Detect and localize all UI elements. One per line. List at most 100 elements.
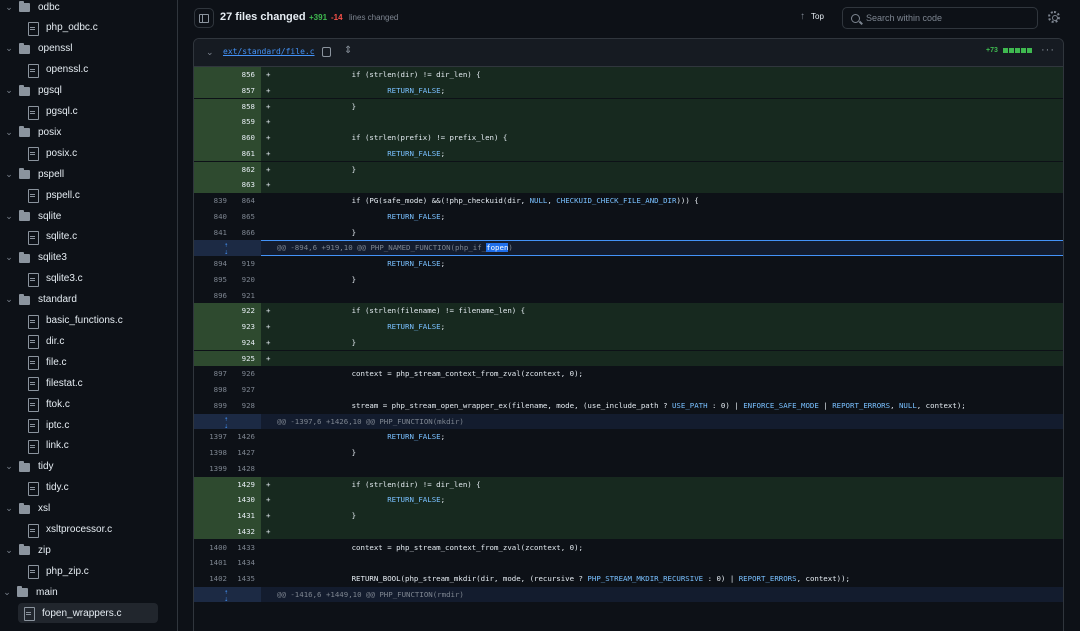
new-line-number[interactable]: 927: [227, 382, 261, 398]
tree-file[interactable]: xsltprocessor.c: [22, 520, 112, 540]
expand-lines-button[interactable]: ⇡ ⇣: [194, 586, 261, 603]
tree-folder[interactable]: ⌄ sqlite3: [4, 248, 67, 268]
new-line-number[interactable]: 861: [194, 145, 261, 162]
new-line-number[interactable]: 921: [227, 288, 261, 304]
tree-folder[interactable]: ⌄ openssl: [4, 39, 72, 59]
tree-file[interactable]: sqlite.c: [22, 227, 77, 247]
new-line-number[interactable]: 858: [194, 98, 261, 115]
tree-folder[interactable]: ⌄ pspell: [4, 164, 64, 184]
tree-file[interactable]: dir.c: [22, 331, 64, 351]
tree-file[interactable]: filestat.c: [22, 373, 83, 393]
chevron-down-icon[interactable]: ⌄: [4, 545, 14, 556]
new-line-number[interactable]: 1429: [194, 476, 261, 493]
new-line-number[interactable]: 1432: [194, 523, 261, 540]
expand-lines-button[interactable]: ⇡ ⇣: [194, 413, 261, 430]
old-line-number[interactable]: 894: [194, 256, 227, 272]
tree-file[interactable]: pspell.c: [22, 185, 80, 205]
new-line-number[interactable]: 919: [227, 256, 261, 272]
tree-file[interactable]: iptc.c: [22, 415, 69, 435]
new-line-number[interactable]: 1434: [227, 555, 261, 571]
tree-file[interactable]: pgsql.c: [22, 102, 78, 122]
expand-all-icon[interactable]: ⇕: [344, 45, 352, 56]
search-input[interactable]: [866, 13, 1026, 23]
kebab-menu-icon[interactable]: ···: [1041, 44, 1055, 56]
hunk-header[interactable]: ⇡ ⇣ @@ -894,6 +919,10 @@ PHP_NAMED_FUNCTIO…: [194, 240, 1063, 256]
new-line-number[interactable]: 860: [194, 130, 261, 146]
new-line-number[interactable]: 863: [194, 177, 261, 193]
tree-file[interactable]: posix.c: [22, 143, 77, 163]
copy-icon[interactable]: [322, 47, 331, 57]
tree-file[interactable]: file.c: [22, 352, 67, 372]
chevron-down-icon[interactable]: ⌄: [4, 294, 14, 305]
chevron-down-icon[interactable]: ⌄: [4, 169, 14, 180]
chevron-down-icon[interactable]: ⌄: [4, 85, 14, 96]
expand-lines-button[interactable]: ⇡ ⇣: [194, 240, 261, 256]
tree-file[interactable]: link.c: [22, 436, 69, 456]
chevron-down-icon[interactable]: ⌄: [4, 503, 14, 514]
tree-file[interactable]: tidy.c: [22, 478, 69, 498]
old-line-number[interactable]: 896: [194, 288, 227, 304]
new-line-number[interactable]: 856: [194, 67, 261, 83]
chevron-down-icon[interactable]: ⌄: [4, 127, 14, 138]
old-line-number[interactable]: 895: [194, 272, 227, 288]
chevron-down-icon[interactable]: ⌄: [4, 43, 14, 54]
new-line-number[interactable]: 1431: [194, 508, 261, 524]
old-line-number[interactable]: 1398: [194, 445, 227, 461]
tree-folder[interactable]: ⌄ xsl: [4, 499, 50, 519]
chevron-down-icon[interactable]: ⌄: [4, 461, 14, 472]
new-line-number[interactable]: 928: [227, 398, 261, 414]
new-line-number[interactable]: 1435: [227, 571, 261, 587]
new-line-number[interactable]: 920: [227, 272, 261, 288]
tree-folder[interactable]: ⌄ posix: [4, 122, 61, 142]
new-line-number[interactable]: 1428: [227, 461, 261, 477]
new-line-number[interactable]: 922: [194, 303, 261, 319]
old-line-number[interactable]: 1397: [194, 429, 227, 445]
old-line-number[interactable]: 1402: [194, 571, 227, 587]
toggle-file-tree-button[interactable]: [194, 8, 214, 28]
new-line-number[interactable]: 859: [194, 114, 261, 130]
old-line-number[interactable]: 1401: [194, 555, 227, 571]
old-line-number[interactable]: 899: [194, 398, 227, 414]
hunk-header[interactable]: ⇡ ⇣ @@ -1416,6 +1449,10 @@ PHP_FUNCTION(rm…: [194, 586, 1063, 603]
new-line-number[interactable]: 925: [194, 350, 261, 367]
chevron-down-icon[interactable]: ⌄: [4, 252, 14, 263]
new-line-number[interactable]: 865: [227, 209, 261, 225]
new-line-number[interactable]: 864: [227, 193, 261, 209]
tree-folder[interactable]: ⌄ odbc: [4, 0, 60, 17]
old-line-number[interactable]: 840: [194, 209, 227, 225]
old-line-number[interactable]: 841: [194, 225, 227, 241]
tree-folder[interactable]: ⌄ standard: [4, 290, 77, 310]
tree-file[interactable]: sqlite3.c: [22, 269, 83, 289]
chevron-down-icon[interactable]: ⌄: [4, 2, 14, 13]
new-line-number[interactable]: 866: [227, 225, 261, 241]
chevron-down-icon[interactable]: ⌄: [206, 47, 214, 58]
chevron-down-icon[interactable]: ⌄: [4, 211, 14, 222]
tree-file[interactable]: basic_functions.c: [22, 311, 123, 331]
tree-file[interactable]: ftok.c: [22, 394, 70, 414]
top-button[interactable]: ↑ Top: [800, 11, 824, 22]
chevron-down-icon[interactable]: ⌄: [2, 587, 12, 598]
new-line-number[interactable]: 1427: [227, 445, 261, 461]
search-within-code[interactable]: [842, 7, 1038, 29]
tree-file[interactable]: php_odbc.c: [22, 18, 98, 38]
old-line-number[interactable]: 898: [194, 382, 227, 398]
old-line-number[interactable]: 1399: [194, 461, 227, 477]
new-line-number[interactable]: 862: [194, 161, 261, 178]
tree-folder[interactable]: ⌄ zip: [4, 540, 51, 560]
new-line-number[interactable]: 1433: [227, 540, 261, 556]
new-line-number[interactable]: 857: [194, 82, 261, 99]
file-path-link[interactable]: ext/standard/file.c: [223, 47, 315, 56]
tree-file[interactable]: openssl.c: [22, 60, 88, 80]
tree-folder[interactable]: ⌄ pgsql: [4, 81, 62, 101]
new-line-number[interactable]: 924: [194, 334, 261, 351]
old-line-number[interactable]: 1400: [194, 540, 227, 556]
old-line-number[interactable]: 897: [194, 366, 227, 382]
tree-folder[interactable]: ⌄ tidy: [4, 457, 54, 477]
tree-folder[interactable]: ⌄ main: [2, 582, 58, 602]
new-line-number[interactable]: 926: [227, 366, 261, 382]
new-line-number[interactable]: 1426: [227, 429, 261, 445]
tree-file[interactable]: php_zip.c: [22, 561, 89, 581]
new-line-number[interactable]: 923: [194, 319, 261, 335]
hunk-header[interactable]: ⇡ ⇣ @@ -1397,6 +1426,10 @@ PHP_FUNCTION(mk…: [194, 413, 1063, 430]
new-line-number[interactable]: 1430: [194, 492, 261, 508]
